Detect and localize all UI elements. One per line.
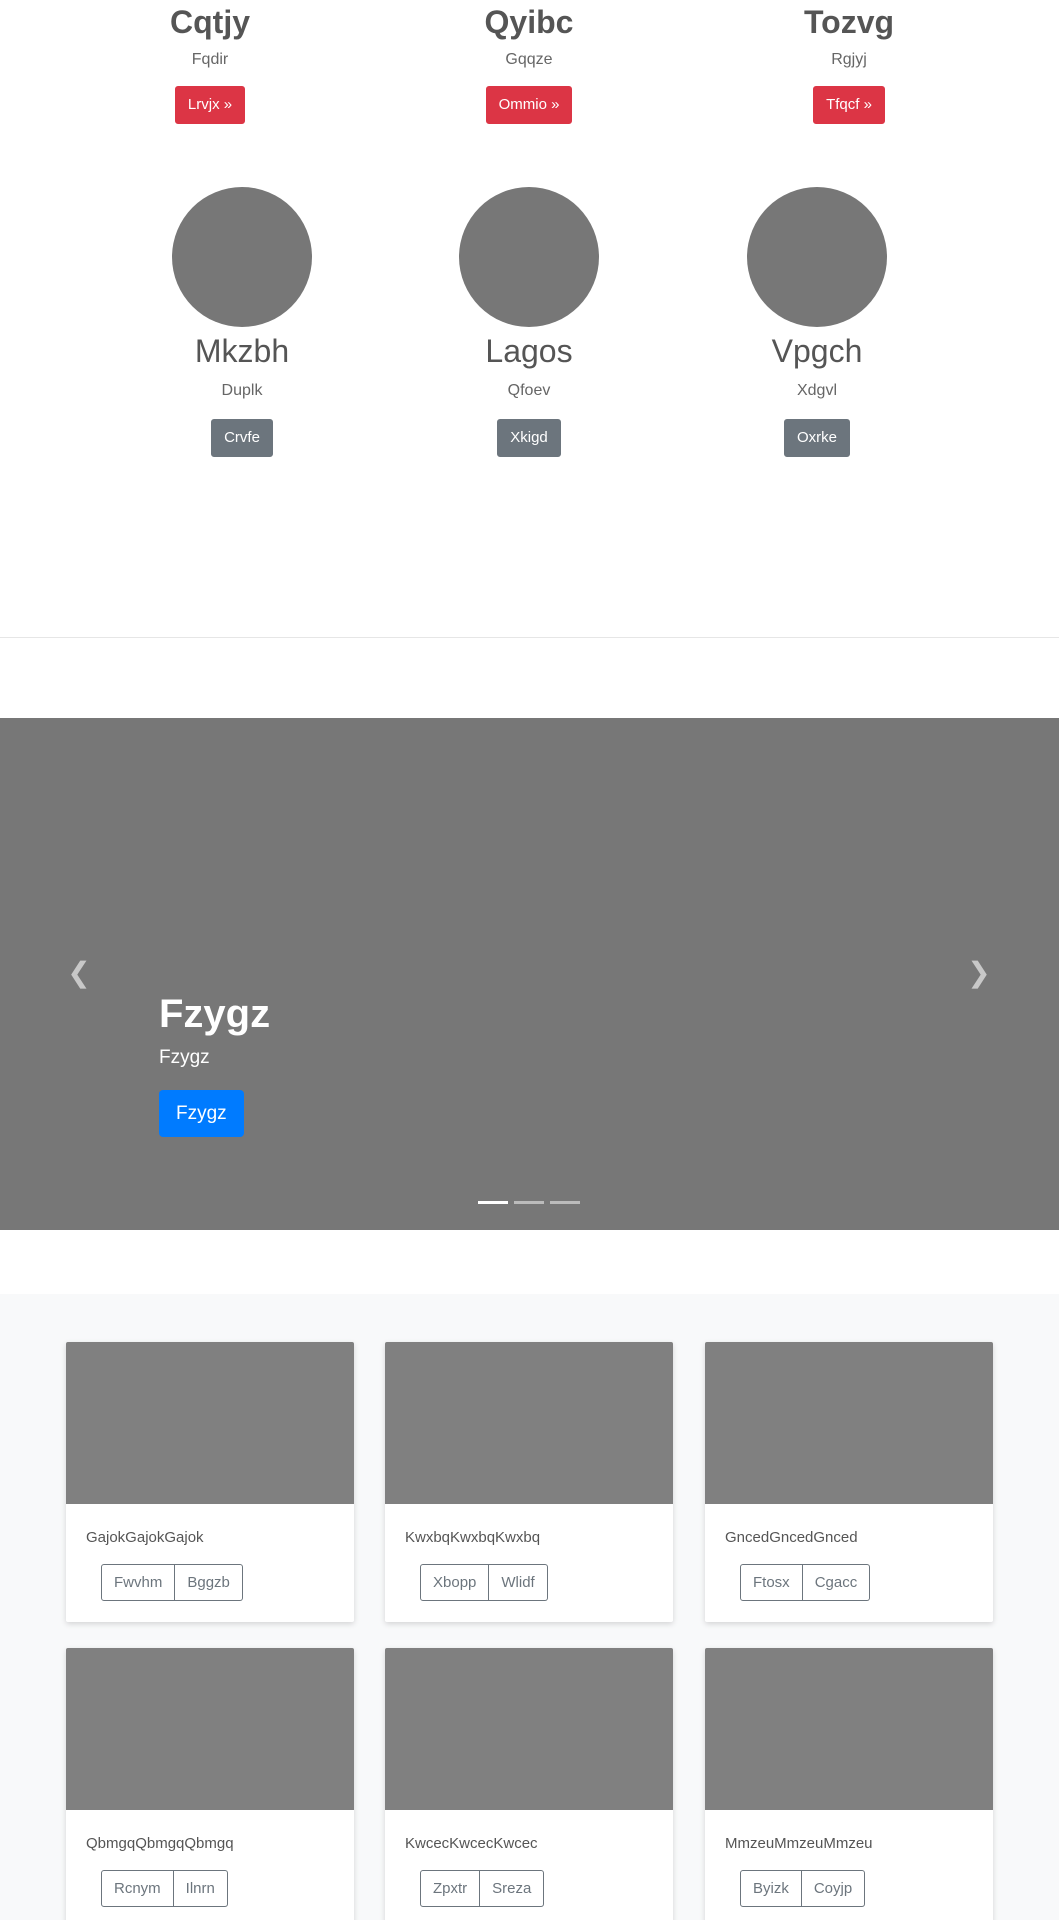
feature-title: Cqtjy [170, 4, 250, 40]
card-button[interactable]: Ilnrn [173, 1870, 228, 1907]
feature-button[interactable]: Lrvjx » [174, 86, 246, 124]
avatar [459, 187, 599, 327]
chevron-right-icon[interactable]: ❯ [964, 958, 994, 988]
card-text: GncedGncedGnced [725, 1529, 858, 1546]
feature-title: Qyibc [484, 4, 574, 40]
card-thumbnail [385, 1648, 673, 1810]
card-thumbnail [66, 1648, 354, 1810]
feature-subtitle: Gqqze [505, 51, 553, 68]
feature-subtitle: Rgjyj [831, 51, 867, 68]
carousel-text: Fzygz [159, 1047, 210, 1068]
top-feature-row: Cqtjy Fqdir Lrvjx » Qyibc Gqqze Ommio » … [0, 0, 1059, 140]
team-member: Vpgch Xdgvl Oxrke [707, 187, 927, 457]
card-button-group: Xbopp Wlidf [420, 1564, 548, 1601]
card-button[interactable]: Cgacc [802, 1564, 871, 1601]
member-name: Mkzbh [194, 333, 290, 369]
card-thumbnail [705, 1648, 993, 1810]
card-text: GajokGajokGajok [86, 1529, 204, 1546]
chevron-left-icon[interactable]: ❮ [64, 958, 94, 988]
card-button[interactable]: Bggzb [175, 1564, 243, 1601]
feature-subtitle: Fqdir [191, 51, 229, 68]
card-button-group: Rcnym Ilnrn [101, 1870, 228, 1907]
carousel-button[interactable]: Fzygz [159, 1090, 244, 1137]
card-button[interactable]: Zpxtr [420, 1870, 481, 1907]
feature-column: Tozvg Rgjyj Tfqcf » [749, 0, 949, 124]
album-card: GncedGncedGnced Ftosx Cgacc [705, 1342, 993, 1622]
album-card: GajokGajokGajok Fwvhm Bggzb [66, 1342, 354, 1622]
card-button-group: Fwvhm Bggzb [101, 1564, 243, 1601]
card-button[interactable]: Sreza [480, 1870, 545, 1907]
team-member: Lagos Qfoev Xkigd [419, 187, 639, 457]
feature-button[interactable]: Ommio » [485, 86, 573, 124]
avatar [172, 187, 312, 327]
member-role: Xdgvl [796, 382, 838, 399]
member-role: Duplk [221, 382, 263, 399]
carousel-indicator[interactable] [514, 1201, 544, 1204]
feature-button[interactable]: Tfqcf » [813, 86, 885, 124]
album-card: QbmgqQbmgqQbmgq Rcnym Ilnrn [66, 1648, 354, 1920]
carousel-caption: Fzygz Fzygz Fzygz [159, 990, 270, 1137]
carousel-indicator[interactable] [478, 1201, 508, 1204]
avatar [747, 187, 887, 327]
carousel-indicator[interactable] [550, 1201, 580, 1204]
card-text: KwxbqKwxbqKwxbq [405, 1529, 541, 1546]
card-button-group: Zpxtr Sreza [420, 1870, 545, 1907]
carousel-heading: Fzygz [159, 992, 271, 1036]
feature-column: Qyibc Gqqze Ommio » [429, 0, 629, 124]
section-divider [0, 637, 1059, 638]
carousel-indicators [478, 1201, 580, 1204]
member-name: Lagos [485, 333, 573, 369]
album-card: MmzeuMmzeuMmzeu Byizk Coyjp [705, 1648, 993, 1920]
album-card: KwxbqKwxbqKwxbq Xbopp Wlidf [385, 1342, 673, 1622]
card-button[interactable]: Fwvhm [101, 1564, 176, 1601]
album-card: KwcecKwcecKwcec Zpxtr Sreza [385, 1648, 673, 1920]
card-button[interactable]: Coyjp [801, 1870, 866, 1907]
card-button[interactable]: Ftosx [740, 1564, 803, 1601]
member-button[interactable]: Crvfe [211, 419, 273, 457]
feature-column: Cqtjy Fqdir Lrvjx » [110, 0, 310, 124]
member-button[interactable]: Xkigd [497, 419, 561, 457]
album-section: GajokGajokGajok Fwvhm Bggzb KwxbqKwxbqKw… [0, 1294, 1059, 1920]
card-button-group: Ftosx Cgacc [740, 1564, 871, 1601]
card-button[interactable]: Xbopp [420, 1564, 490, 1601]
card-text: KwcecKwcecKwcec [405, 1835, 538, 1852]
card-button[interactable]: Byizk [740, 1870, 802, 1907]
member-button[interactable]: Oxrke [783, 419, 850, 457]
card-button[interactable]: Wlidf [489, 1564, 548, 1601]
card-text: MmzeuMmzeuMmzeu [725, 1835, 873, 1852]
card-thumbnail [385, 1342, 673, 1504]
hero-carousel: ❮ ❯ Fzygz Fzygz Fzygz [0, 718, 1059, 1230]
card-text: QbmgqQbmgqQbmgq [86, 1835, 234, 1852]
card-thumbnail [705, 1342, 993, 1504]
card-button[interactable]: Rcnym [101, 1870, 174, 1907]
member-name: Vpgch [771, 333, 863, 369]
team-member: Mkzbh Duplk Crvfe [132, 187, 352, 457]
member-role: Qfoev [507, 382, 551, 399]
card-button-group: Byizk Coyjp [740, 1870, 866, 1907]
card-thumbnail [66, 1342, 354, 1504]
feature-title: Tozvg [803, 4, 895, 40]
